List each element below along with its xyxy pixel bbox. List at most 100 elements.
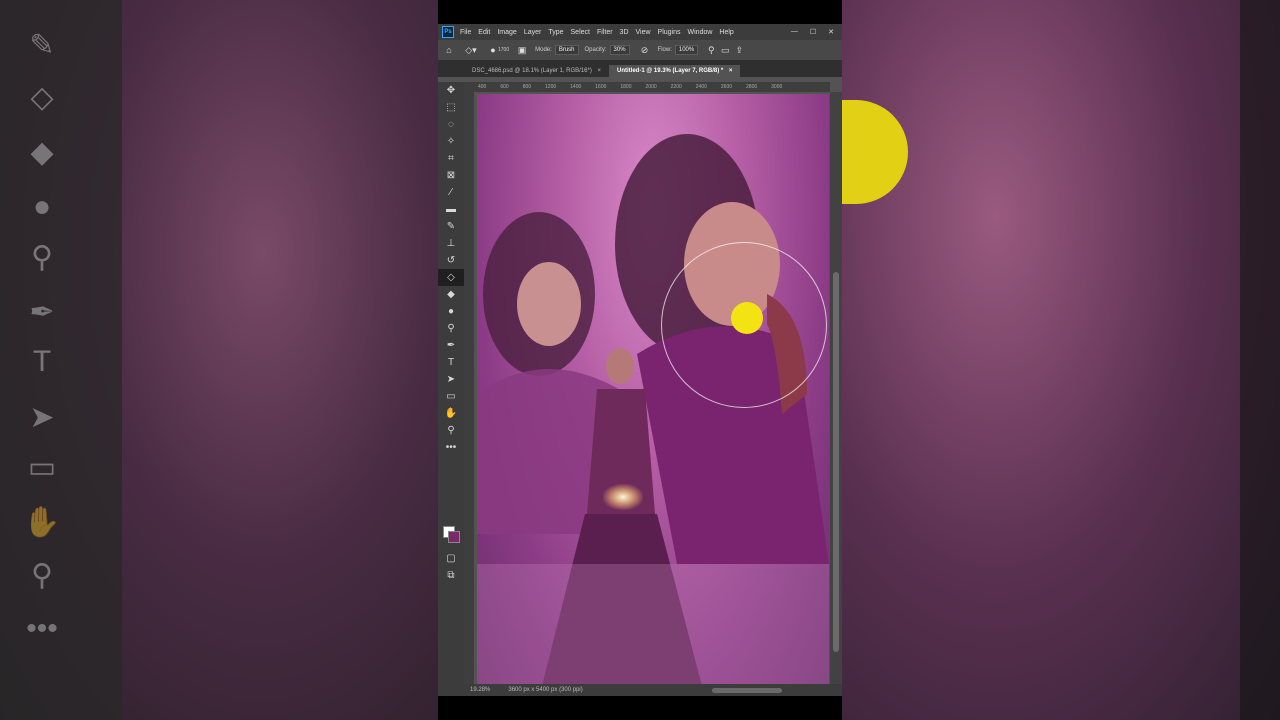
menu-file[interactable]: File [460,29,471,36]
clone-stamp-tool-icon[interactable]: ⊥ [438,235,464,252]
brush-settings-icon[interactable]: ▣ [515,45,529,56]
horizontal-scrollbar-thumb[interactable] [712,687,782,693]
ruler-vertical[interactable] [464,92,474,684]
cursor-highlight-dot [731,302,763,334]
scrollbar-thumb[interactable] [833,272,839,652]
document-size[interactable]: 3600 px x 5400 px (300 ppi) [508,687,582,693]
ruler-tick: 2800 [746,84,758,90]
background-blur-left: ✎ ◇ ◆ ● ⚲ ✒ T ➤ ▭ ✋ ⚲ ••• [0,0,438,720]
blur-tool-icon[interactable]: ● [438,303,464,320]
background-scrollbar-ghost [1240,0,1280,720]
tab-dsc-4686[interactable]: DSC_4686.psd @ 18.1% (Layer 1, RGB/16*) … [464,65,609,77]
zoom-tool-icon[interactable]: ⚲ [438,422,464,439]
status-bar: 19.28% 3600 px x 5400 px (300 ppi) [464,684,842,696]
menu-help[interactable]: Help [719,29,733,36]
move-tool-icon[interactable]: ✥ [438,82,464,99]
photoshop-window: Ps File Edit Image Layer Type Select Fil… [438,24,842,696]
menu-select[interactable]: Select [571,29,590,36]
eraser-tool-icon[interactable]: ◇ [438,269,464,286]
marquee-tool-icon[interactable]: ⬚ [438,99,464,116]
brush-size-value[interactable]: 1700 [498,47,509,53]
menu-layer[interactable]: Layer [524,29,542,36]
ruler-tick: 600 [500,84,509,90]
close-button[interactable]: ✕ [828,28,834,36]
menu-filter[interactable]: Filter [597,29,613,36]
brush-tool-icon[interactable]: ✎ [438,218,464,235]
ruler-tick: 400 [478,84,487,90]
menu-bar: Ps File Edit Image Layer Type Select Fil… [438,24,842,40]
dodge-tool-icon[interactable]: ⚲ [438,320,464,337]
ghost-hand-icon: ✋ [23,506,61,539]
ghost-select-icon: ➤ [29,401,55,434]
hand-tool-icon[interactable]: ✋ [438,405,464,422]
magic-wand-tool-icon[interactable]: ✧ [438,133,464,150]
ruler-tick: 800 [522,84,532,90]
quick-mask-icon[interactable]: ▢ [438,550,464,567]
tab-close-icon[interactable]: × [729,68,733,74]
menu-3d[interactable]: 3D [620,29,629,36]
share-icon[interactable]: ⇪ [732,45,746,56]
minimize-button[interactable]: — [791,28,798,36]
ghost-shape-icon: ▭ [27,451,57,484]
background-color-swatch[interactable] [448,531,460,543]
ruler-tick: 2000 [645,84,657,90]
maximize-button[interactable]: ☐ [810,28,816,36]
left-portrait-face [517,262,581,346]
vertical-scrollbar[interactable] [830,92,842,684]
ruler-tick: 2400 [695,84,707,90]
ruler-tick: 1600 [595,84,607,90]
pressure-opacity-icon[interactable]: ⊘ [638,45,652,56]
eraser-tool-preset-icon[interactable]: ◇▾ [464,45,478,56]
flow-field[interactable]: 100% [674,45,699,55]
document-tabs: DSC_4686.psd @ 18.1% (Layer 1, RGB/16*) … [438,61,842,77]
healing-brush-tool-icon[interactable]: ▬ [438,201,464,218]
ghost-bucket-icon: ◆ [30,136,54,169]
ruler-tick: 3000 [771,84,783,90]
menu-view[interactable]: View [636,29,651,36]
workspace-icon[interactable]: ▭ [718,45,732,56]
ghost-zoom-icon: ⚲ [31,559,53,592]
ruler-tick: 1800 [620,84,632,90]
path-selection-tool-icon[interactable]: ➤ [438,371,464,388]
eyedropper-tool-icon[interactable]: ⁄ [438,184,464,201]
ghost-drop-icon: ● [32,190,52,223]
ghost-more-icon: ••• [26,612,58,645]
tab-close-icon[interactable]: × [598,68,602,74]
ruler-tick: 1400 [570,84,582,90]
ruler-horizontal[interactable]: 400 600 800 1200 1400 1600 1800 2000 220… [464,82,830,92]
screen-mode-icon[interactable]: ⧉ [438,567,464,584]
opacity-field[interactable]: 30% [609,45,630,55]
paint-bucket-tool-icon[interactable]: ◆ [438,286,464,303]
rectangle-tool-icon[interactable]: ▭ [438,388,464,405]
menu-image[interactable]: Image [497,29,516,36]
tab-untitled-1[interactable]: Untitled-1 @ 19.3% (Layer 7, RGB/8) * × [609,65,741,77]
zoom-level[interactable]: 19.28% [470,687,490,693]
pen-tool-icon[interactable]: ✒ [438,337,464,354]
crop-tool-icon[interactable]: ⌗ [438,150,464,167]
frame-tool-icon[interactable]: ⊠ [438,167,464,184]
ruler-tick: 1200 [545,84,557,90]
menu-type[interactable]: Type [548,29,563,36]
menu-edit[interactable]: Edit [478,29,490,36]
history-brush-tool-icon[interactable]: ↺ [438,252,464,269]
mode-label: Mode: [535,47,552,53]
flow-label: Flow: [657,47,672,53]
ghost-brush-icon: ✎ [29,29,55,62]
mode-select[interactable]: Brush [554,45,579,55]
more-tools-icon[interactable]: ••• [438,439,464,456]
photoshop-logo-icon[interactable]: Ps [442,26,454,38]
bottom-haze [477,564,829,686]
document-canvas[interactable] [477,94,829,686]
ghost-dodge-icon: ⚲ [31,241,53,274]
search-icon[interactable]: ⚲ [704,45,718,56]
home-icon[interactable]: ⌂ [442,45,456,55]
type-tool-icon[interactable]: T [438,354,464,371]
ruler-tick: 2600 [720,84,733,90]
lasso-tool-icon[interactable]: ◌ [438,116,464,133]
ghost-type-icon: T [32,345,52,378]
opacity-label: Opacity: [584,47,607,53]
ghost-pen-icon: ✒ [29,296,55,329]
menu-plugins[interactable]: Plugins [658,29,681,36]
light-flare [603,484,643,510]
menu-window[interactable]: Window [688,29,713,36]
